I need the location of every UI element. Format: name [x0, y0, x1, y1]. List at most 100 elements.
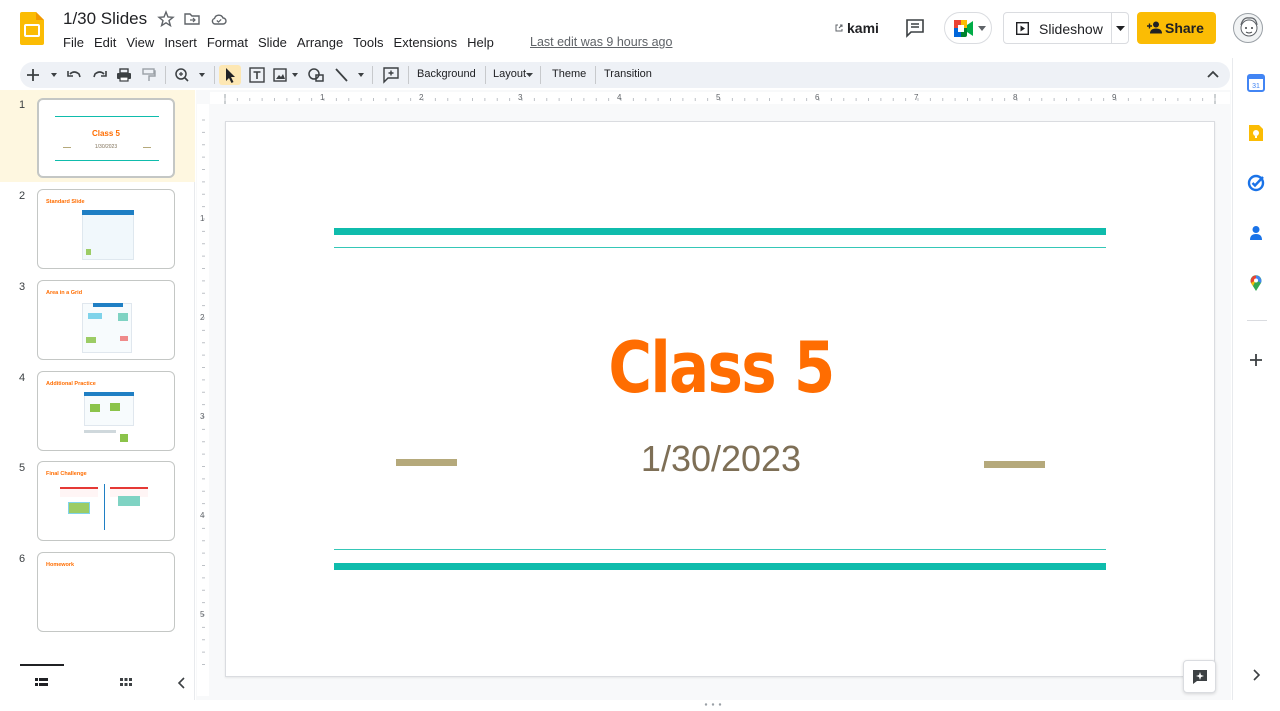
menu-bar: File Edit View Insert Format Slide Arran… — [58, 34, 499, 52]
toolbar-separator — [408, 66, 409, 84]
kami-label: kami — [847, 20, 879, 36]
toolbar-separator — [595, 66, 596, 84]
speaker-notes-handle[interactable] — [704, 693, 722, 706]
collapse-toolbar-chevron-icon[interactable] — [1206, 66, 1220, 84]
horizontal-ruler[interactable]: 1 2 3 4 5 6 7 8 9 — [210, 92, 1230, 104]
menu-insert[interactable]: Insert — [159, 34, 202, 52]
slide-number: 6 — [19, 553, 26, 565]
menu-tools[interactable]: Tools — [348, 34, 388, 52]
keep-icon[interactable] — [1247, 124, 1265, 142]
menu-extensions[interactable]: Extensions — [389, 34, 463, 52]
kami-button[interactable]: kami — [834, 20, 879, 36]
share-button[interactable]: Share — [1137, 12, 1216, 44]
ruler-mark: 4 — [200, 511, 205, 520]
filmstrip-view-indicator — [20, 664, 64, 666]
print-icon[interactable] — [116, 66, 132, 84]
add-person-icon — [1147, 21, 1162, 34]
menu-format[interactable]: Format — [202, 34, 253, 52]
background-button[interactable]: Background — [417, 68, 476, 80]
toolbar-separator — [372, 66, 373, 84]
add-icon[interactable] — [1247, 351, 1265, 369]
slide-thumbnail-3[interactable]: Area in a Grid — [37, 280, 175, 360]
layout-button[interactable]: Layout — [493, 68, 526, 80]
thumb-title: Final Challenge — [46, 471, 87, 477]
transition-button[interactable]: Transition — [604, 68, 652, 80]
ruler-mark: 2 — [200, 313, 205, 322]
slide-thumbnail-2[interactable]: Standard Slide — [37, 189, 175, 269]
layout-chevron-icon[interactable] — [526, 73, 533, 78]
slideshow-options-chevron-icon[interactable] — [1116, 26, 1125, 32]
top-accent-bar — [334, 228, 1106, 235]
ruler-mark: 5 — [716, 93, 721, 102]
slideshow-button[interactable]: Slideshow — [1003, 12, 1129, 44]
star-icon[interactable] — [157, 10, 175, 28]
side-panel: 31 — [1232, 58, 1280, 700]
menu-help[interactable]: Help — [462, 34, 499, 52]
toolbar-separator — [485, 66, 486, 84]
explore-assist-button[interactable] — [1183, 660, 1216, 693]
paint-format-icon[interactable] — [142, 66, 156, 84]
slide-number: 2 — [19, 190, 26, 202]
new-slide-icon[interactable] — [26, 66, 58, 84]
account-avatar[interactable] — [1233, 13, 1263, 43]
drag-handle-icon — [704, 703, 722, 706]
bottom-accent-bar — [334, 563, 1106, 570]
slide-thumbnail-6[interactable]: Homework — [37, 552, 175, 632]
thumb-title: Class 5 — [91, 129, 121, 138]
slide-subtitle[interactable]: 1/30/2023 — [226, 438, 1216, 480]
comment-history-icon[interactable] — [904, 17, 926, 39]
slides-logo-icon[interactable] — [20, 12, 44, 45]
calendar-icon[interactable]: 31 — [1247, 74, 1265, 92]
slide-thumbnail-4[interactable]: Additional Practice — [37, 371, 175, 451]
filmstrip-view-icon[interactable] — [34, 675, 50, 691]
menu-arrange[interactable]: Arrange — [292, 34, 348, 52]
menu-slide[interactable]: Slide — [253, 34, 292, 52]
grid-view-icon[interactable] — [118, 675, 134, 691]
meet-button[interactable] — [944, 12, 992, 44]
meet-icon — [954, 20, 973, 37]
ruler-mark: 6 — [815, 93, 820, 102]
last-edit-link[interactable]: Last edit was 9 hours ago — [530, 35, 672, 49]
theme-button[interactable]: Theme — [552, 68, 586, 80]
ruler-mark: 1 — [320, 93, 325, 102]
collapse-filmstrip-chevron-icon[interactable] — [174, 675, 190, 691]
menu-file[interactable]: File — [58, 34, 89, 52]
thumb-title: Standard Slide — [46, 199, 85, 205]
redo-icon[interactable] — [92, 66, 108, 84]
menu-edit[interactable]: Edit — [89, 34, 121, 52]
text-box-icon[interactable] — [248, 66, 266, 84]
slideshow-divider — [1111, 13, 1112, 43]
expand-side-panel-chevron-icon[interactable] — [1247, 666, 1265, 684]
slide-thumbnail-5[interactable]: Final Challenge — [37, 461, 175, 541]
menu-view[interactable]: View — [121, 34, 159, 52]
side-panel-divider — [1247, 320, 1267, 321]
undo-icon[interactable] — [66, 66, 82, 84]
select-cursor-icon[interactable] — [219, 65, 241, 85]
slide-title[interactable]: Class 5 — [300, 327, 1142, 409]
shape-icon[interactable] — [307, 66, 327, 84]
contacts-icon[interactable] — [1247, 224, 1265, 242]
document-title[interactable]: 1/30 Slides — [63, 9, 147, 29]
vertical-ruler[interactable]: 1 2 3 4 5 — [197, 104, 209, 696]
slide-thumbnail-1[interactable]: Class 5 1/30/2023 — [37, 98, 175, 178]
add-comment-icon[interactable] — [382, 66, 400, 84]
thumb-title: Area in a Grid — [46, 290, 83, 296]
insert-image-icon[interactable] — [272, 66, 302, 84]
slide-number: 5 — [19, 462, 26, 474]
slide-number: 3 — [19, 281, 26, 293]
slide-number: 1 — [19, 99, 26, 111]
ruler-mark: 8 — [1013, 93, 1018, 102]
slide-canvas[interactable]: Class 5 1/30/2023 — [225, 121, 1215, 677]
slideshow-label: Slideshow — [1039, 21, 1103, 37]
tasks-icon[interactable] — [1247, 174, 1265, 192]
ruler-mark: 5 — [200, 610, 205, 619]
zoom-icon[interactable] — [174, 66, 208, 84]
bottom-accent-line — [334, 549, 1106, 550]
cloud-status-icon[interactable] — [210, 10, 228, 28]
toolbar-separator — [165, 66, 166, 84]
move-folder-icon[interactable] — [183, 10, 201, 28]
maps-icon[interactable] — [1247, 274, 1265, 292]
line-icon[interactable] — [333, 66, 367, 84]
toolbar-separator — [540, 66, 541, 84]
thumb-title: Homework — [46, 562, 75, 568]
